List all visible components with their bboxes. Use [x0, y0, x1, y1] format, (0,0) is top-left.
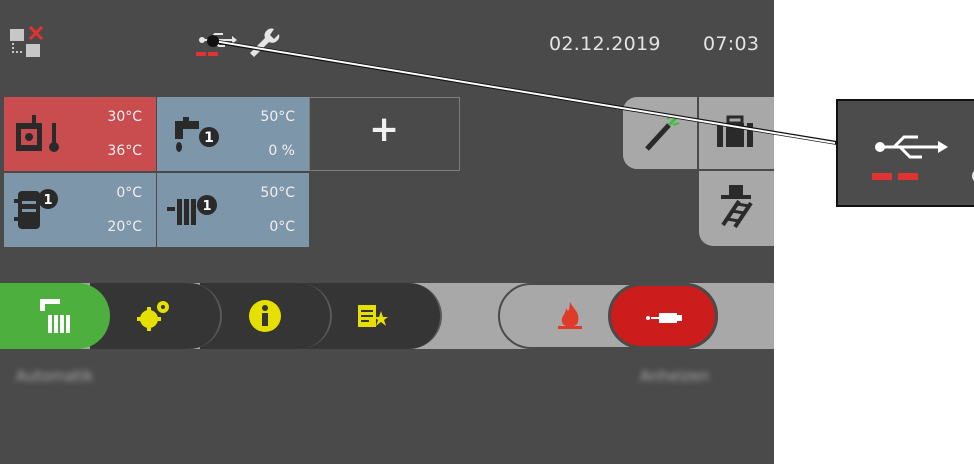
- time-text: 07:03: [703, 33, 760, 55]
- gears-icon: [136, 299, 172, 335]
- chimney-sweep-button[interactable]: [699, 171, 774, 246]
- wrench-icon[interactable]: [246, 25, 280, 61]
- usb-icon[interactable]: [196, 28, 238, 62]
- connection-error-icon[interactable]: [10, 25, 46, 64]
- list-star-icon: [358, 303, 388, 333]
- radiator-1-icon: 1: [167, 191, 223, 235]
- heating-temp-target: 0°C: [269, 219, 295, 235]
- svg-text:1: 1: [202, 199, 211, 214]
- buffer-temp-bottom: 20°C: [107, 219, 142, 235]
- ash-tool-icon: [641, 113, 681, 157]
- svg-text:1: 1: [43, 193, 52, 208]
- tap-water-tile[interactable]: 1 50°C 0 %: [157, 97, 309, 171]
- boiler-thermometer-icon: [14, 115, 66, 159]
- add-tile-button[interactable]: +: [309, 97, 460, 171]
- tap-water-percent: 0 %: [268, 143, 295, 159]
- ash-tool-button[interactable]: [623, 97, 697, 169]
- heating-circuit-tile[interactable]: 1 50°C 0°C: [157, 173, 309, 247]
- fire-icon: [554, 300, 586, 336]
- tap-water-temp: 50°C: [260, 109, 295, 125]
- info-icon: [248, 299, 282, 337]
- briefcase-button[interactable]: [699, 97, 774, 169]
- boiler-temp-target: 36°C: [107, 143, 142, 159]
- ignition-button[interactable]: [608, 283, 718, 349]
- display-screen: 02.12.2019 07:03 30°C 36°C 1 50°C 0 % + …: [0, 0, 774, 464]
- chimney-sweep-icon: [717, 185, 757, 233]
- nav-tab-operating-mode[interactable]: [0, 283, 110, 349]
- briefcase-icon: [715, 115, 755, 153]
- igniter-icon: [645, 310, 683, 329]
- faucet-1-icon: 1: [167, 115, 223, 159]
- callout-zoom-box: [836, 99, 974, 207]
- tap-radiator-icon: [38, 297, 74, 339]
- boiler-tile[interactable]: 30°C 36°C: [4, 97, 156, 171]
- status-left: Automatik: [16, 367, 94, 385]
- heating-temp-flow: 50°C: [260, 185, 295, 201]
- buffer-tank-tile[interactable]: 1 0°C 20°C: [4, 173, 156, 247]
- svg-text:1: 1: [204, 130, 214, 146]
- tank-1-icon: 1: [14, 187, 62, 237]
- usb-icon-zoomed: [872, 133, 950, 189]
- buffer-temp-top: 0°C: [116, 185, 142, 201]
- date-text: 02.12.2019: [549, 33, 661, 55]
- status-right: Anheizen: [640, 367, 710, 385]
- add-label: +: [369, 109, 400, 150]
- boiler-temp-actual: 30°C: [107, 109, 142, 125]
